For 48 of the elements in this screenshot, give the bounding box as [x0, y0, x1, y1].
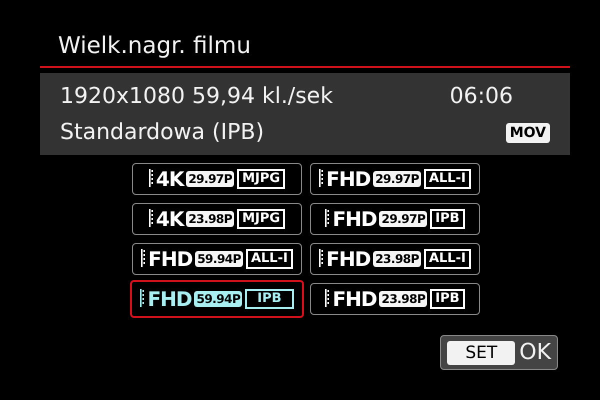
compression-badge: ALL-I	[424, 249, 471, 269]
film-strip-icon	[148, 168, 153, 186]
frame-rate-badge: 23.98P	[186, 211, 234, 227]
size-label: FHD	[332, 287, 376, 311]
movie-size-option[interactable]: FHD 29.97P IPB	[310, 203, 480, 235]
film-strip-icon	[325, 208, 330, 226]
size-label: FHD	[326, 247, 370, 271]
menu-title: Wielk.nagr. filmu	[57, 32, 252, 61]
film-strip-icon	[148, 208, 153, 226]
film-strip-icon	[140, 288, 144, 306]
film-strip-icon	[325, 288, 330, 306]
movie-size-option[interactable]: FHD 59.94P ALL-I	[132, 243, 302, 275]
frame-rate-badge: 29.97P	[373, 171, 421, 187]
compression-badge: MJPG	[237, 209, 286, 229]
quality-text: Standardowa (IPB)	[60, 119, 264, 147]
ok-label: OK	[519, 340, 551, 365]
compression-badge: ALL-I	[424, 169, 471, 189]
size-label: FHD	[326, 167, 370, 191]
format-badge: MOV	[506, 123, 550, 143]
frame-rate-badge: 59.94P	[194, 291, 242, 307]
size-label: FHD	[147, 287, 192, 311]
film-strip-icon	[141, 248, 146, 266]
frame-rate-badge: 23.98P	[373, 251, 421, 267]
frame-rate-badge: 29.97P	[186, 171, 234, 187]
compression-badge: IPB	[245, 289, 294, 309]
size-label: 4K	[156, 207, 184, 231]
size-label: 4K	[156, 167, 184, 191]
film-strip-icon	[319, 168, 324, 186]
movie-size-option[interactable]: 4K 23.98P MJPG	[132, 203, 302, 235]
compression-badge: IPB	[430, 289, 465, 309]
movie-size-option[interactable]: FHD 29.97P ALL-I	[310, 163, 480, 195]
film-strip-icon	[319, 248, 324, 266]
set-key: SET	[447, 340, 516, 364]
movie-size-option[interactable]: FHD 59.94P IPB	[130, 280, 304, 318]
frame-rate-badge: 23.98P	[379, 291, 428, 307]
set-ok-button[interactable]: SET OK	[440, 335, 558, 370]
compression-badge: IPB	[430, 209, 465, 229]
time-remaining: 06:06	[450, 83, 513, 111]
movie-size-option[interactable]: 4K 29.97P MJPG	[132, 163, 302, 195]
frame-rate-badge: 29.97P	[379, 211, 428, 227]
compression-badge: MJPG	[237, 169, 286, 189]
movie-size-option[interactable]: FHD 23.98P ALL-I	[310, 243, 480, 275]
compression-badge: ALL-I	[246, 249, 293, 269]
size-label: FHD	[148, 247, 192, 271]
size-label: FHD	[332, 207, 376, 231]
movie-size-option[interactable]: FHD 23.98P IPB	[310, 283, 480, 315]
resolution-text: 1920x1080 59,94 kl./sek	[60, 83, 333, 111]
frame-rate-badge: 59.94P	[195, 251, 243, 267]
